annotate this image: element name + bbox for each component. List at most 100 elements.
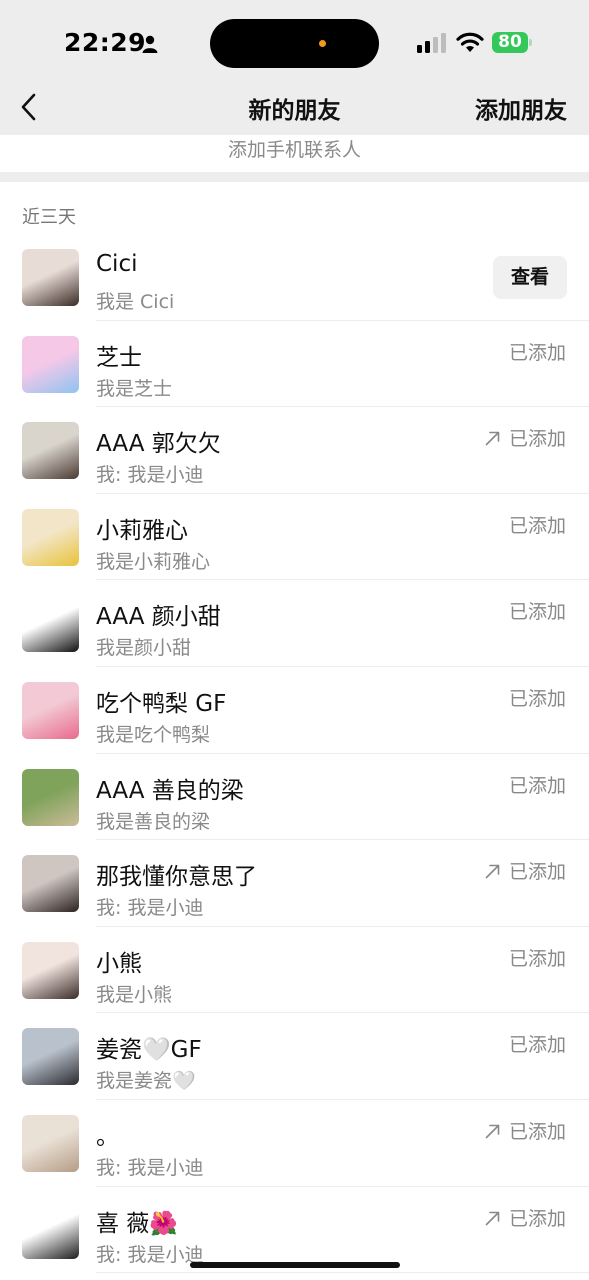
outgoing-arrow-icon [485,1124,500,1139]
added-status: 已添加 [509,338,566,365]
avatar[interactable] [22,422,79,480]
friend-request-message: 我是吃个鸭梨 [96,723,211,746]
added-status: 已添加 [509,944,566,971]
added-status: 已添加 [509,684,566,711]
avatar-image [22,422,79,480]
cellular-signal-icon [417,33,446,53]
outgoing-arrow-icon [485,431,500,446]
avatar-image [22,681,79,739]
add-friend-button[interactable]: 添加朋友 [475,91,567,125]
friend-request-message: 我是小莉雅心 [96,550,211,573]
added-status: 已添加 [485,1204,566,1231]
avatar-image [22,1028,79,1086]
battery-cap [529,39,532,46]
added-status: 已添加 [509,1030,566,1057]
avatar[interactable] [22,941,79,999]
added-status: 已添加 [509,511,566,538]
avatar-image [22,1114,79,1172]
friend-request-row[interactable]: AAA 颜小甜我是颜小甜 已添加 [0,580,589,667]
friend-request-row[interactable]: Cici 我是 Cici 查看 [0,234,589,321]
added-status-label: 已添加 [508,947,566,970]
phone-contacts-section: 添加手机联系人 [0,135,589,172]
avatar[interactable] [22,335,79,393]
avatar[interactable] [22,595,79,653]
added-status-label: 已添加 [508,1034,566,1057]
avatar-image [22,508,79,566]
added-status: 已添加 [485,424,566,451]
friend-name: AAA 郭欠欠 [96,431,221,458]
avatar[interactable] [22,508,79,566]
row-divider [96,1272,589,1274]
friend-name: 吃个鸭梨 GF [96,690,227,717]
added-status: 已添加 [509,771,566,798]
friend-name: 那我懂你意思了 [96,864,257,891]
avatar-image [22,941,79,999]
friend-request-row[interactable]: 小莉雅心我是小莉雅心 已添加 [0,494,589,581]
friend-request-row[interactable]: 喜 薇🌺 我: 我是小迪 已添加 [0,1187,589,1274]
added-status: 已添加 [485,1117,566,1144]
added-status-label: 已添加 [508,774,566,797]
friend-request-row[interactable]: AAA 郭欠欠我: 我是小迪 已添加 [0,407,589,494]
friend-name: 姜瓷🤍GF [96,1037,202,1064]
added-status: 已添加 [485,857,566,884]
avatar-image [22,595,79,653]
friend-request-message: 我: 我是小迪 [96,1156,204,1179]
friend-name: AAA 颜小甜 [96,604,221,631]
avatar[interactable] [22,768,79,826]
friend-name: 芝士 [96,344,142,371]
friend-request-message: 我是姜瓷🤍 [96,1070,196,1093]
friend-name: 喜 薇🌺 [96,1210,178,1237]
friend-request-row[interactable]: 小熊 我是小熊 已添加 [0,927,589,1014]
friend-request-row[interactable]: AAA 善良的梁我是善良的梁 已添加 [0,754,589,841]
friend-name: 。 [96,1123,119,1150]
added-status-label: 已添加 [508,687,566,710]
friend-name: 小莉雅心 [96,517,188,544]
added-status-label: 已添加 [508,341,566,364]
friend-request-message: 我是善良的梁 [96,810,211,833]
avatar[interactable] [22,1028,79,1086]
avatar-image [22,855,79,913]
battery-icon: 80 [492,32,528,53]
battery-level: 80 [498,32,522,52]
person-icon [142,35,158,53]
friend-request-message: 我: 我是小迪 [96,464,204,487]
recording-indicator-dot [319,40,326,47]
friend-request-message: 我是颜小甜 [96,637,192,660]
avatar[interactable] [22,1201,79,1259]
added-status: 已添加 [509,597,566,624]
add-phone-contacts-link[interactable]: 添加手机联系人 [0,135,589,162]
friend-name: Cici [96,251,138,277]
avatar[interactable] [22,1114,79,1172]
friend-name: 小熊 [96,950,142,977]
section-header-recent: 近三天 [22,207,76,228]
friend-request-row[interactable]: 姜瓷🤍GF 我是姜瓷🤍 已添加 [0,1013,589,1100]
avatar[interactable] [22,681,79,739]
nav-bar: 新的朋友 添加朋友 [0,80,589,135]
wifi-icon [456,32,484,52]
friend-request-message: 我: 我是小迪 [96,1243,204,1266]
view-button[interactable]: 查看 [493,256,567,299]
section-gap [0,172,589,182]
friend-request-message: 我是 Cici [96,291,175,313]
home-indicator [190,1262,400,1268]
avatar-image [22,768,79,826]
friend-request-list: Cici 我是 Cici 查看 芝士 我是芝士 已添加 AAA 郭欠欠 我: 我是小迪 已添加小… [0,234,589,1274]
outgoing-arrow-icon [485,1211,500,1225]
friend-request-message: 我: 我是小迪 [96,897,204,920]
friend-name: AAA 善良的梁 [96,777,244,804]
avatar-image [22,1201,79,1259]
avatar-image [22,335,79,393]
avatar[interactable] [22,855,79,913]
friend-request-row[interactable]: 吃个鸭梨 GF 我是吃个鸭梨 已添加 [0,667,589,754]
added-status-label: 已添加 [508,601,566,624]
outgoing-arrow-icon [485,864,500,879]
friend-request-row[interactable]: 那我懂你意思了我: 我是小迪 已添加 [0,840,589,927]
added-status-label: 已添加 [508,1207,566,1230]
avatar-image [22,249,79,306]
friend-request-row[interactable]: 芝士我是芝士 已添加 [0,321,589,408]
dynamic-island [210,19,379,68]
friend-request-row[interactable]: 。我: 我是小迪 已添加 [0,1100,589,1187]
friend-request-message: 我是芝士 [96,377,173,400]
avatar[interactable] [22,249,79,306]
added-status-label: 已添加 [508,861,566,884]
